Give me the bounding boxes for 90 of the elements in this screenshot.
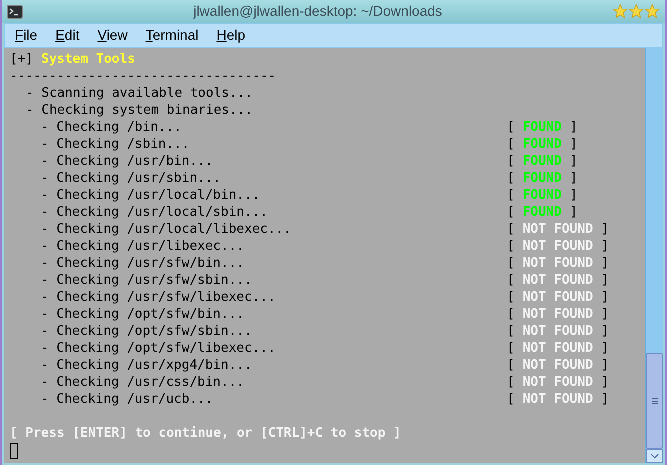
terminal-icon[interactable] [7, 4, 23, 18]
bracket: ] [601, 340, 610, 357]
bracket: ] [601, 323, 610, 340]
terminal-line: - Checking /usr/local/bin... [41, 188, 260, 203]
status-text: NOT FOUND [522, 306, 594, 323]
terminal-line: - Checking /usr/xpg4/bin... [41, 358, 252, 373]
prompt-text: [ Press [ENTER] to continue, or [CTRL]+C to stop ] [10, 426, 402, 441]
status-text: FOUND [522, 204, 562, 221]
bracket: ] [601, 357, 610, 374]
status-text: FOUND [522, 187, 562, 204]
header-prefix: [+] [10, 51, 34, 68]
status-text: NOT FOUND [522, 221, 594, 238]
terminal-line: - Checking /usr/libexec... [41, 239, 244, 254]
status-text: FOUND [522, 170, 562, 187]
bracket: [ [507, 391, 515, 408]
terminal-line: - Checking /sbin... [41, 137, 190, 152]
status-text: NOT FOUND [522, 272, 594, 289]
terminal-line: - Checking /usr/sfw/sbin... [41, 273, 252, 288]
bracket: ] [570, 136, 578, 153]
terminal-line: - Checking /bin... [41, 120, 182, 135]
terminal-line: - Scanning available tools... [26, 86, 253, 101]
status-text: NOT FOUND [522, 238, 594, 255]
window-title: jlwallen@jlwallen-desktop: ~/Downloads [194, 2, 442, 18]
status-text: NOT FOUND [522, 255, 594, 272]
bracket: [ [507, 153, 515, 170]
terminal-line: - Checking /usr/ucb... [41, 392, 214, 407]
bracket: ] [601, 374, 610, 391]
menu-item[interactable]: File [15, 25, 38, 46]
menu-item[interactable]: Terminal [146, 25, 199, 46]
scrollbar-thumb[interactable] [646, 353, 663, 449]
bracket: ] [601, 272, 610, 289]
cursor [10, 443, 18, 459]
star-icon[interactable] [613, 4, 628, 19]
grip-icon [652, 398, 658, 404]
status-text: FOUND [522, 119, 562, 136]
status-text: NOT FOUND [522, 374, 594, 391]
bracket: [ [507, 221, 515, 238]
scrollbar[interactable] [645, 48, 663, 463]
bracket: ] [601, 391, 610, 408]
bracket: [ [507, 136, 515, 153]
status-text: FOUND [522, 153, 562, 170]
bracket: ] [570, 119, 578, 136]
bracket: [ [507, 238, 515, 255]
status-text: FOUND [522, 136, 562, 153]
terminal-line: - Checking /usr/sfw/libexec... [41, 290, 276, 305]
bracket: [ [507, 204, 515, 221]
bracket: ] [601, 255, 610, 272]
status-text: NOT FOUND [522, 323, 594, 340]
chevron-down-icon [650, 454, 658, 458]
bracket: [ [507, 374, 515, 391]
section-title: System Tools [41, 51, 136, 68]
status-text: NOT FOUND [522, 357, 594, 374]
separator-line: ---------------------------------- [10, 69, 276, 84]
bracket: ] [570, 187, 578, 204]
bracket: ] [570, 153, 578, 170]
menu-item[interactable]: Edit [56, 25, 80, 46]
bracket: [ [507, 357, 515, 374]
terminal-line: - Checking /usr/sfw/bin... [41, 256, 244, 271]
menu-item[interactable]: View [98, 25, 128, 46]
bracket: [ [507, 340, 515, 357]
status-text: NOT FOUND [522, 340, 594, 357]
terminal-line: - Checking /usr/css/bin... [41, 375, 244, 390]
status-text: NOT FOUND [522, 391, 594, 408]
bracket: ] [570, 170, 578, 187]
bracket: [ [507, 255, 515, 272]
bracket: [ [507, 187, 515, 204]
bracket: [ [507, 170, 515, 187]
terminal-line: - Checking /opt/sfw/bin... [41, 307, 244, 322]
bracket: ] [601, 221, 610, 238]
bracket: [ [507, 323, 515, 340]
terminal-line: - Checking system binaries... [26, 103, 253, 118]
star-icon[interactable] [629, 4, 644, 19]
bracket: ] [601, 238, 610, 255]
terminal-line: - Checking /opt/sfw/sbin... [41, 324, 252, 339]
bracket: ] [601, 306, 610, 323]
bracket: [ [507, 289, 515, 306]
terminal-line: - Checking /usr/local/sbin... [41, 205, 268, 220]
status-text: NOT FOUND [522, 289, 594, 306]
bracket: ] [570, 204, 578, 221]
scroll-down-button[interactable] [646, 449, 663, 463]
terminal-line: - Checking /usr/sbin... [41, 171, 222, 186]
terminal-line: - Checking /usr/local/libexec... [41, 222, 292, 237]
star-icon[interactable] [645, 4, 660, 19]
bracket: ] [601, 289, 610, 306]
terminal-line: - Checking /usr/bin... [41, 154, 214, 169]
menu-item[interactable]: Help [216, 25, 246, 46]
bracket: [ [507, 119, 515, 136]
bracket: [ [507, 306, 515, 323]
terminal-line: - Checking /opt/sfw/libexec... [41, 341, 276, 356]
bracket: [ [507, 272, 515, 289]
